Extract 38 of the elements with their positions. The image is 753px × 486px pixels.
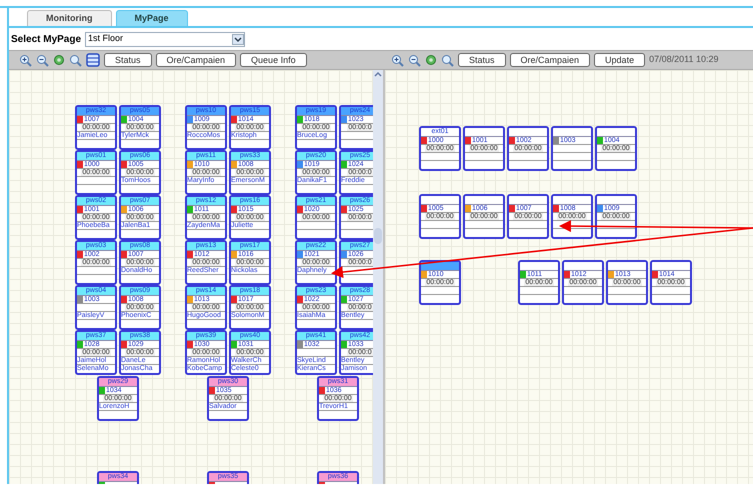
scroll-up-icon[interactable]	[373, 70, 383, 78]
toolbar-button[interactable]: Status	[104, 53, 152, 67]
gear-icon[interactable]	[53, 54, 65, 66]
tile-header	[509, 128, 547, 137]
tile-header	[597, 128, 635, 137]
scrollbar-thumb[interactable]	[374, 228, 382, 244]
tile-header	[520, 262, 558, 271]
zoom-out-icon[interactable]	[408, 54, 421, 66]
tile-header	[509, 196, 547, 205]
chevron-down-icon	[232, 34, 244, 44]
toolbar-button[interactable]: Update	[594, 53, 646, 67]
tile-header	[564, 262, 602, 271]
gear-icon[interactable]	[425, 54, 437, 66]
timestamp-label: 07/08/2011 10:29	[649, 53, 718, 66]
toolbar-button[interactable]: Ore/Campaien	[510, 53, 590, 67]
mypage-dropdown[interactable]: 1st Floor	[85, 32, 246, 46]
toolbar-button[interactable]: Status	[458, 53, 506, 67]
toolbar-button[interactable]: Ore/Campaien	[156, 53, 236, 67]
search-icon[interactable]	[69, 54, 82, 66]
grid-icon[interactable]	[86, 53, 100, 67]
zoom-in-icon[interactable]	[391, 54, 404, 66]
zoom-in-icon[interactable]	[19, 54, 32, 66]
tab[interactable]: Monitoring	[27, 10, 112, 26]
select-mypage-label: Select MyPage	[11, 32, 82, 46]
tile-header	[553, 196, 591, 205]
tile-header	[597, 196, 635, 205]
tile-header	[608, 262, 646, 271]
tile-header	[421, 196, 459, 205]
tile-header	[553, 128, 591, 137]
zoom-out-icon[interactable]	[36, 54, 49, 66]
toolbar-button[interactable]: Queue Info	[240, 53, 307, 67]
tile-header	[465, 128, 503, 137]
tab[interactable]: MyPage	[116, 10, 188, 26]
tile-header	[465, 196, 503, 205]
vertical-scrollbar[interactable]	[373, 70, 383, 484]
tile-header	[652, 262, 690, 271]
tile-header	[421, 262, 459, 271]
search-icon[interactable]	[441, 54, 454, 66]
